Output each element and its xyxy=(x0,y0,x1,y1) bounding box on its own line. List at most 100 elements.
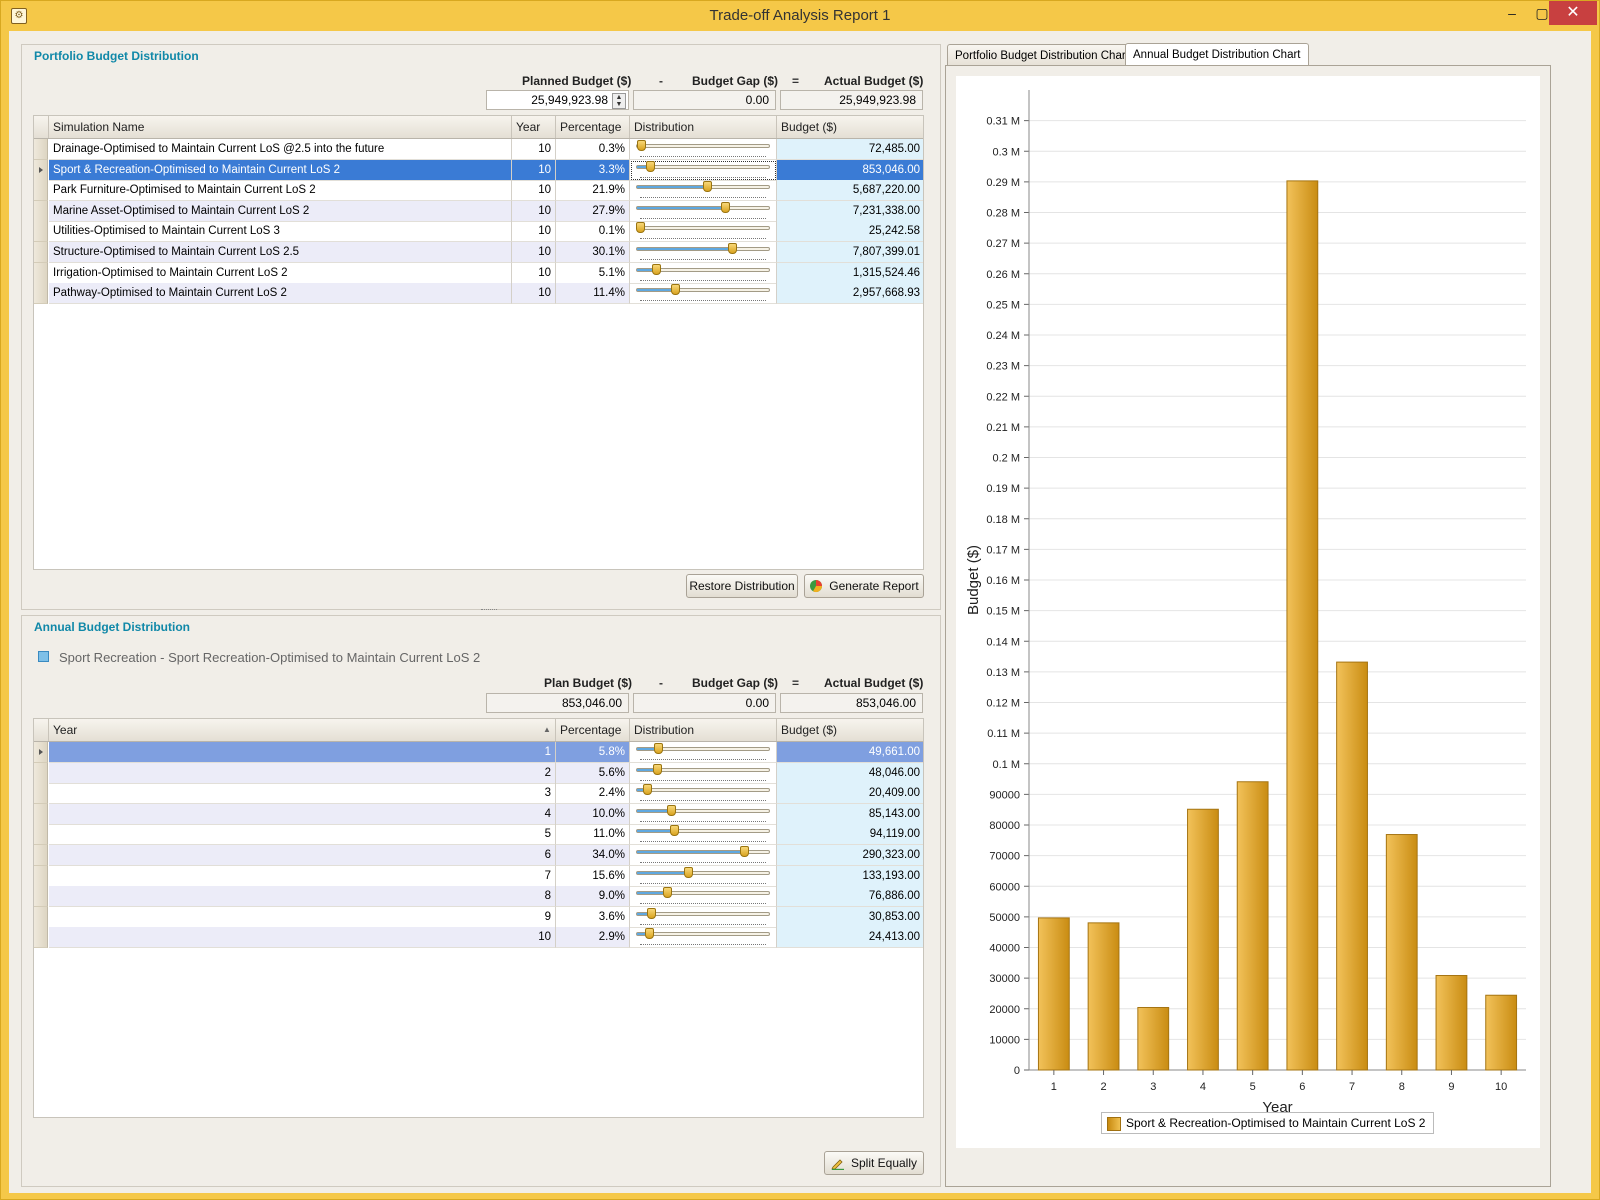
table-row[interactable]: 8 9.0% 76,886.00 xyxy=(34,886,923,908)
row-indicator[interactable] xyxy=(34,845,48,866)
restore-distribution-button[interactable]: Restore Distribution xyxy=(686,574,798,598)
split-equally-button[interactable]: Split Equally xyxy=(824,1151,924,1175)
simulation-name-cell[interactable]: Park Furniture-Optimised to Maintain Cur… xyxy=(49,180,512,202)
row-indicator[interactable] xyxy=(34,803,48,825)
year-cell[interactable]: 10 xyxy=(512,180,556,202)
distribution-cell[interactable] xyxy=(630,200,777,222)
col-percentage[interactable]: Percentage xyxy=(556,719,630,741)
planned-budget-input[interactable]: 25,949,923.98 ▲ ▼ xyxy=(486,90,629,110)
row-indicator[interactable] xyxy=(34,283,48,305)
budget-cell[interactable]: 1,315,524.46 xyxy=(777,262,923,284)
percentage-cell[interactable]: 3.6% xyxy=(556,906,630,928)
budget-cell[interactable]: 133,193.00 xyxy=(777,865,923,887)
table-row[interactable]: 4 10.0% 85,143.00 xyxy=(34,803,923,825)
generate-report-button[interactable]: Generate Report xyxy=(804,574,924,598)
splitter-grip[interactable] xyxy=(481,609,497,612)
distribution-slider-track[interactable] xyxy=(636,911,770,916)
slider-thumb[interactable] xyxy=(653,763,662,775)
row-indicator[interactable] xyxy=(34,262,48,284)
table-row[interactable]: Pathway-Optimised to Maintain Current Lo… xyxy=(34,283,923,305)
row-indicator[interactable] xyxy=(34,742,48,763)
tab-portfolio-chart[interactable]: Portfolio Budget Distribution Chart xyxy=(947,44,1137,66)
budget-cell[interactable]: 94,119.00 xyxy=(777,824,923,846)
distribution-slider-track[interactable] xyxy=(636,205,770,210)
year-cell[interactable]: 9 xyxy=(49,906,556,928)
year-cell[interactable]: 6 xyxy=(49,845,556,866)
distribution-cell[interactable] xyxy=(630,283,777,305)
budget-cell[interactable]: 853,046.00 xyxy=(777,159,923,181)
simulation-name-cell[interactable]: Utilities-Optimised to Maintain Current … xyxy=(49,221,512,243)
distribution-cell[interactable] xyxy=(630,262,777,284)
simulation-name-cell[interactable]: Sport & Recreation-Optimised to Maintain… xyxy=(49,159,512,181)
distribution-slider-track[interactable] xyxy=(636,247,770,251)
percentage-cell[interactable]: 5.1% xyxy=(556,262,630,284)
year-cell[interactable]: 10 xyxy=(512,159,556,181)
distribution-slider-track[interactable] xyxy=(636,829,770,834)
budget-cell[interactable]: 76,886.00 xyxy=(777,886,923,908)
percentage-cell[interactable]: 3.3% xyxy=(556,159,630,181)
year-cell[interactable]: 8 xyxy=(49,886,556,908)
slider-thumb[interactable] xyxy=(654,743,663,754)
row-indicator[interactable] xyxy=(34,180,48,202)
row-indicator[interactable] xyxy=(34,824,48,846)
year-cell[interactable]: 5 xyxy=(49,824,556,846)
year-cell[interactable]: 7 xyxy=(49,865,556,887)
year-cell[interactable]: 10 xyxy=(512,221,556,243)
minimize-button[interactable]: – xyxy=(1497,1,1527,25)
distribution-cell[interactable] xyxy=(630,845,777,866)
slider-thumb[interactable] xyxy=(721,201,730,213)
row-indicator[interactable] xyxy=(34,221,48,243)
table-row[interactable]: 3 2.4% 20,409.00 xyxy=(34,783,923,805)
distribution-cell[interactable] xyxy=(630,803,777,825)
distribution-cell[interactable] xyxy=(630,159,777,181)
distribution-cell[interactable] xyxy=(630,742,777,763)
slider-thumb[interactable] xyxy=(667,804,676,816)
row-indicator[interactable] xyxy=(34,139,48,160)
budget-cell[interactable]: 30,853.00 xyxy=(777,906,923,928)
slider-thumb[interactable] xyxy=(637,140,646,151)
row-indicator[interactable] xyxy=(34,865,48,887)
budget-cell[interactable]: 7,231,338.00 xyxy=(777,200,923,222)
row-indicator[interactable] xyxy=(34,783,48,805)
table-row[interactable]: 10 2.9% 24,413.00 xyxy=(34,927,923,949)
budget-cell[interactable]: 2,957,668.93 xyxy=(777,283,923,305)
slider-thumb[interactable] xyxy=(645,928,654,940)
table-row[interactable]: Sport & Recreation-Optimised to Maintain… xyxy=(34,159,923,181)
slider-thumb[interactable] xyxy=(652,263,661,275)
slider-thumb[interactable] xyxy=(643,784,652,796)
col-year[interactable]: Year xyxy=(512,116,556,138)
simulation-name-cell[interactable]: Drainage-Optimised to Maintain Current L… xyxy=(49,139,512,160)
distribution-slider-track[interactable] xyxy=(636,850,770,854)
percentage-cell[interactable]: 34.0% xyxy=(556,845,630,866)
percentage-cell[interactable]: 9.0% xyxy=(556,886,630,908)
row-indicator[interactable] xyxy=(34,927,48,949)
table-row[interactable]: 7 15.6% 133,193.00 xyxy=(34,865,923,887)
year-cell[interactable]: 10 xyxy=(512,139,556,160)
col-distribution[interactable]: Distribution xyxy=(630,116,777,138)
simulation-name-cell[interactable]: Structure-Optimised to Maintain Current … xyxy=(49,242,512,263)
distribution-cell[interactable] xyxy=(630,762,777,784)
distribution-cell[interactable] xyxy=(630,927,777,949)
slider-thumb[interactable] xyxy=(663,887,672,899)
percentage-cell[interactable]: 2.4% xyxy=(556,783,630,805)
distribution-cell[interactable] xyxy=(630,865,777,887)
distribution-cell[interactable] xyxy=(630,221,777,243)
year-cell[interactable]: 1 xyxy=(49,742,556,763)
col-simulation-name[interactable]: Simulation Name xyxy=(49,116,512,138)
budget-cell[interactable]: 20,409.00 xyxy=(777,783,923,805)
year-cell[interactable]: 10 xyxy=(49,927,556,949)
col-percentage[interactable]: Percentage xyxy=(556,116,630,138)
distribution-slider-track[interactable] xyxy=(636,891,770,896)
year-cell[interactable]: 4 xyxy=(49,803,556,825)
distribution-cell[interactable] xyxy=(630,824,777,846)
budget-cell[interactable]: 290,323.00 xyxy=(777,845,923,866)
slider-thumb[interactable] xyxy=(647,907,656,919)
year-cell[interactable]: 10 xyxy=(512,262,556,284)
table-row[interactable]: 5 11.0% 94,119.00 xyxy=(34,824,923,846)
year-cell[interactable]: 10 xyxy=(512,283,556,305)
percentage-cell[interactable]: 0.1% xyxy=(556,221,630,243)
distribution-slider-track[interactable] xyxy=(636,870,770,875)
percentage-cell[interactable]: 27.9% xyxy=(556,200,630,222)
col-year[interactable]: Year ▲ xyxy=(49,719,556,741)
table-row[interactable]: 6 34.0% 290,323.00 xyxy=(34,845,923,866)
